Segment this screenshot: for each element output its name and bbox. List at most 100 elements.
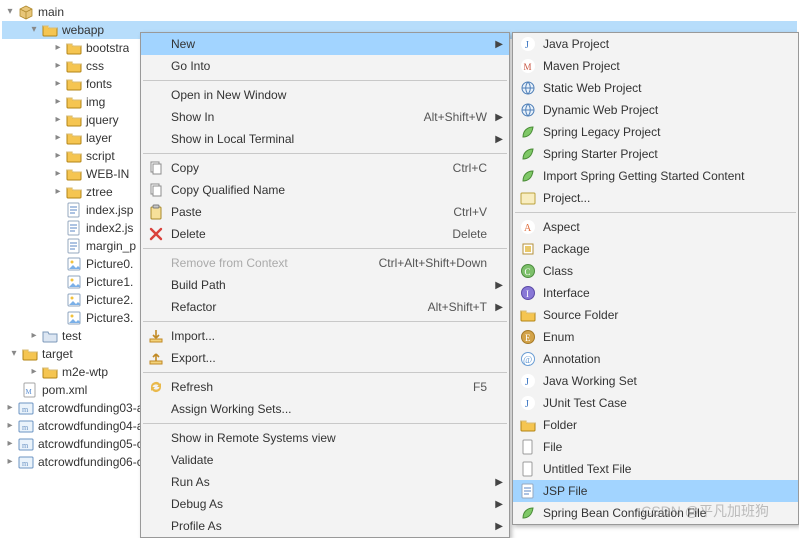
- menu-maven-project[interactable]: Maven Project: [513, 55, 798, 77]
- node-label: bootstra: [85, 39, 129, 57]
- menu-java-project[interactable]: Java Project: [513, 33, 798, 55]
- node-label: atcrowdfunding03-ad: [37, 399, 150, 417]
- expander-icon[interactable]: ▸: [50, 183, 66, 201]
- menu-source-folder[interactable]: Source Folder: [513, 304, 798, 326]
- submenu-new[interactable]: Java Project Maven Project Static Web Pr…: [512, 32, 799, 525]
- export-icon: [145, 347, 167, 369]
- menu-package[interactable]: Package: [513, 238, 798, 260]
- node-label: main: [37, 3, 64, 21]
- expander-icon[interactable]: ▸: [26, 327, 42, 345]
- menu-enum[interactable]: Enum: [513, 326, 798, 348]
- menu-copy[interactable]: CopyCtrl+C: [141, 157, 509, 179]
- expander-icon[interactable]: ▸: [50, 165, 66, 183]
- expander-icon[interactable]: ▾: [26, 21, 42, 39]
- import-icon: [145, 325, 167, 347]
- image-file-icon: [66, 274, 82, 290]
- menu-label: Remove from Context: [167, 256, 379, 270]
- menu-dynamic-web[interactable]: Dynamic Web Project: [513, 99, 798, 121]
- menu-label: Untitled Text File: [539, 462, 792, 476]
- menu-import[interactable]: Import...: [141, 325, 509, 347]
- spring-icon: [517, 502, 539, 524]
- image-file-icon: [66, 310, 82, 326]
- menu-delete[interactable]: DeleteDelete: [141, 223, 509, 245]
- context-menu[interactable]: New▶ Go Into Open in New Window Show InA…: [140, 32, 510, 538]
- menu-junit[interactable]: JUnit Test Case: [513, 392, 798, 414]
- menu-show-remote[interactable]: Show in Remote Systems view: [141, 427, 509, 449]
- menu-paste[interactable]: PasteCtrl+V: [141, 201, 509, 223]
- menu-project-generic[interactable]: Project...: [513, 187, 798, 209]
- menu-label: File: [539, 440, 792, 454]
- expander-icon[interactable]: ▾: [6, 345, 22, 363]
- menu-static-web[interactable]: Static Web Project: [513, 77, 798, 99]
- image-file-icon: [66, 256, 82, 272]
- folder-icon: [42, 22, 58, 38]
- expander-icon[interactable]: ▾: [2, 3, 18, 21]
- expander-icon[interactable]: ▸: [50, 75, 66, 93]
- menu-folder[interactable]: Folder: [513, 414, 798, 436]
- menu-refactor[interactable]: RefactorAlt+Shift+T▶: [141, 296, 509, 318]
- menu-copy-qualified[interactable]: Copy Qualified Name: [141, 179, 509, 201]
- maven-project-icon: [18, 436, 34, 452]
- menu-label: Assign Working Sets...: [167, 402, 493, 416]
- expander-icon[interactable]: ▸: [2, 417, 18, 435]
- folder-icon: [42, 364, 58, 380]
- menu-separator: [143, 80, 507, 81]
- image-file-icon: [66, 292, 82, 308]
- menu-spring-bean-config[interactable]: Spring Bean Configuration File: [513, 502, 798, 524]
- menu-label: Project...: [539, 191, 792, 205]
- expander-icon[interactable]: ▸: [50, 39, 66, 57]
- menu-assign-ws[interactable]: Assign Working Sets...: [141, 398, 509, 420]
- menu-jsp-file[interactable]: JSP File: [513, 480, 798, 502]
- node-label: atcrowdfunding05-co: [37, 435, 149, 453]
- menu-open-new-window[interactable]: Open in New Window: [141, 84, 509, 106]
- node-label: atcrowdfunding06-co: [37, 453, 149, 471]
- submenu-arrow-icon: ▶: [493, 477, 503, 488]
- project-icon: [517, 187, 539, 209]
- menu-spring-starter[interactable]: Spring Starter Project: [513, 143, 798, 165]
- submenu-arrow-icon: ▶: [493, 134, 503, 145]
- menu-file[interactable]: File: [513, 436, 798, 458]
- folder-icon: [66, 130, 82, 146]
- expander-icon[interactable]: ▸: [50, 57, 66, 75]
- menu-label: Run As: [167, 475, 493, 489]
- submenu-arrow-icon: ▶: [493, 112, 503, 123]
- menu-import-spring-gs[interactable]: Import Spring Getting Started Content: [513, 165, 798, 187]
- expander-icon[interactable]: ▸: [2, 399, 18, 417]
- menu-accel: Ctrl+C: [453, 161, 493, 175]
- expander-icon[interactable]: ▸: [50, 147, 66, 165]
- tree-node-main[interactable]: ▾ main: [2, 3, 797, 21]
- expander-icon[interactable]: ▸: [50, 93, 66, 111]
- menu-new[interactable]: New▶: [141, 33, 509, 55]
- menu-profile-as[interactable]: Profile As▶: [141, 515, 509, 537]
- menu-debug-as[interactable]: Debug As▶: [141, 493, 509, 515]
- menu-separator: [143, 372, 507, 373]
- menu-run-as[interactable]: Run As▶: [141, 471, 509, 493]
- menu-go-into[interactable]: Go Into: [141, 55, 509, 77]
- node-label: webapp: [61, 21, 104, 39]
- expander-icon[interactable]: ▸: [50, 111, 66, 129]
- expander-icon[interactable]: ▸: [26, 363, 42, 381]
- menu-build-path[interactable]: Build Path▶: [141, 274, 509, 296]
- expander-icon[interactable]: ▸: [2, 453, 18, 471]
- menu-spring-legacy[interactable]: Spring Legacy Project: [513, 121, 798, 143]
- menu-class[interactable]: Class: [513, 260, 798, 282]
- menu-validate[interactable]: Validate: [141, 449, 509, 471]
- menu-refresh[interactable]: RefreshF5: [141, 376, 509, 398]
- menu-interface[interactable]: Interface: [513, 282, 798, 304]
- menu-aspect[interactable]: Aspect: [513, 216, 798, 238]
- submenu-arrow-icon: ▶: [493, 280, 503, 291]
- menu-label: Enum: [539, 330, 792, 344]
- menu-local-terminal[interactable]: Show in Local Terminal▶: [141, 128, 509, 150]
- menu-untitled-text[interactable]: Untitled Text File: [513, 458, 798, 480]
- menu-annotation[interactable]: Annotation: [513, 348, 798, 370]
- expander-icon[interactable]: ▸: [50, 129, 66, 147]
- jsp-file-icon: [66, 202, 82, 218]
- menu-show-in[interactable]: Show InAlt+Shift+W▶: [141, 106, 509, 128]
- menu-working-set[interactable]: Java Working Set: [513, 370, 798, 392]
- copy-icon: [145, 157, 167, 179]
- folder-icon: [66, 166, 82, 182]
- expander-icon[interactable]: ▸: [2, 435, 18, 453]
- menu-export[interactable]: Export...: [141, 347, 509, 369]
- class-icon: [517, 260, 539, 282]
- folder-icon: [66, 148, 82, 164]
